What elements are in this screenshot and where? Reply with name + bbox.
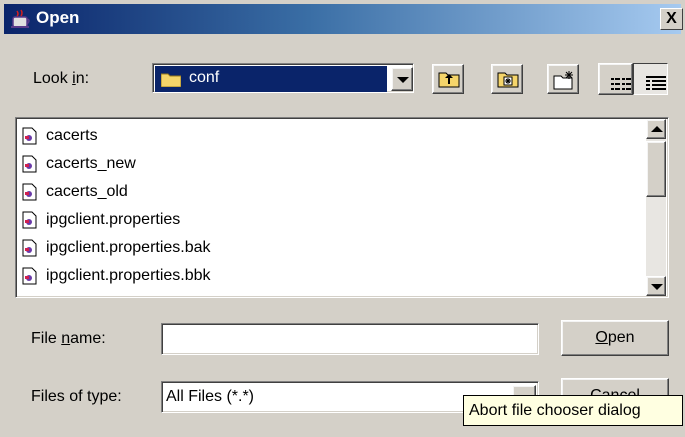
file-icon: [22, 155, 38, 173]
look-in-selected: conf: [155, 66, 387, 92]
list-item[interactable]: ipgclient.properties.bbk: [22, 262, 211, 290]
up-one-level-button[interactable]: [432, 64, 464, 94]
view-toggle-group: [598, 63, 668, 95]
chevron-down-icon: [397, 77, 409, 83]
home-button[interactable]: [491, 64, 523, 94]
look-in-value: conf: [189, 69, 220, 86]
file-icon: [22, 127, 38, 145]
java-cup-icon: [10, 9, 32, 29]
file-type-label: Files of type:: [31, 388, 122, 405]
list-item[interactable]: ipgclient.properties: [22, 206, 180, 234]
open-dialog: Open X Look in: conf cacerts cacerts_new…: [0, 0, 685, 437]
folder-icon: [160, 72, 182, 88]
chevron-down-icon: [651, 284, 663, 290]
cancel-tooltip: Abort file chooser dialog: [463, 395, 683, 426]
open-button[interactable]: Open: [561, 320, 669, 356]
chevron-up-icon: [651, 126, 663, 132]
list-view-button[interactable]: [598, 63, 633, 95]
file-list-scrollbar[interactable]: [646, 119, 666, 296]
look-in-combo[interactable]: conf: [152, 63, 414, 93]
scroll-thumb[interactable]: [646, 141, 666, 197]
title-bar[interactable]: Open X: [4, 4, 683, 34]
list-item[interactable]: cacerts: [22, 122, 98, 150]
details-view-button[interactable]: [633, 63, 668, 95]
scroll-down-button[interactable]: [646, 276, 666, 296]
list-item[interactable]: ipgclient.properties.bak: [22, 234, 211, 262]
list-item[interactable]: cacerts_old: [22, 178, 128, 206]
scroll-up-button[interactable]: [646, 119, 666, 139]
file-icon: [22, 211, 38, 229]
close-button[interactable]: X: [660, 8, 683, 30]
file-name-field[interactable]: [161, 323, 539, 355]
look-in-label: Look in:: [33, 70, 90, 87]
window-title: Open: [36, 8, 80, 27]
file-list[interactable]: cacerts cacerts_new cacerts_old ipgclien…: [15, 117, 669, 298]
look-in-dropdown-button[interactable]: [391, 67, 413, 91]
file-icon: [22, 267, 38, 285]
file-icon: [22, 239, 38, 257]
list-item[interactable]: cacerts_new: [22, 150, 136, 178]
new-folder-button[interactable]: [547, 64, 579, 94]
file-name-label: File name:: [31, 330, 106, 347]
file-type-value: All Files (*.*): [166, 388, 255, 405]
file-icon: [22, 183, 38, 201]
close-icon: X: [666, 10, 677, 27]
